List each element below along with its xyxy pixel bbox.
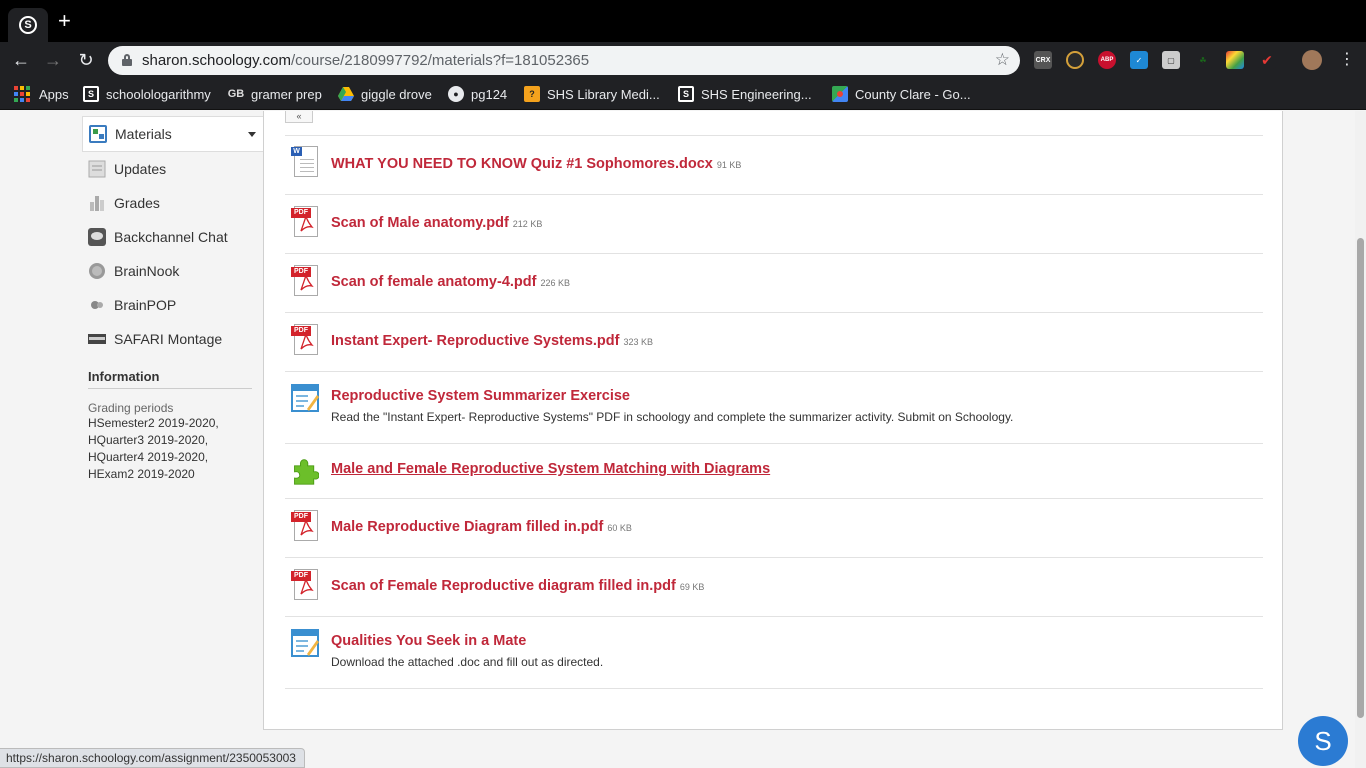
material-row: PDF Instant Expert- Reproductive Systems… <box>285 313 1263 372</box>
bookmark-giggle-drove[interactable]: giggle drove <box>338 85 432 103</box>
assignment-icon <box>291 384 319 412</box>
nav-updates[interactable]: Updates <box>82 152 264 186</box>
material-description: Read the "Instant Expert- Reproductive S… <box>331 410 1014 424</box>
nav-brainpop[interactable]: BrainPOP <box>82 288 264 322</box>
bookmark-county-clare[interactable]: County Clare - Go... <box>832 85 971 103</box>
address-bar[interactable]: sharon.schoology.com/course/2180997792/m… <box>108 46 1020 75</box>
safari-montage-icon <box>88 334 106 344</box>
schoology-s-icon: S <box>678 86 694 102</box>
material-row: PDF Scan of Female Reproductive diagram … <box>285 558 1263 617</box>
grading-period: HExam2 2019-2020 <box>88 467 195 481</box>
material-link[interactable]: WHAT YOU NEED TO KNOW Quiz #1 Sophomores… <box>331 156 741 172</box>
material-link[interactable]: Reproductive System Summarizer Exercise <box>331 388 630 404</box>
material-link[interactable]: Male Reproductive Diagram filled in.pdf 6… <box>331 519 632 535</box>
nav-safari-montage[interactable]: SAFARI Montage <box>82 322 264 356</box>
puzzle-piece-icon <box>294 459 319 485</box>
material-row: Male and Female Reproductive System Matc… <box>285 444 1263 499</box>
gb-icon: GB <box>227 86 245 102</box>
browser-tab[interactable]: S <box>8 8 48 42</box>
grading-period: HQuarter4 2019-2020, <box>88 450 209 464</box>
back-icon[interactable]: ← <box>10 50 32 72</box>
materials-panel: « W WHAT YOU NEED TO KNOW Quiz #1 Sophom… <box>263 111 1283 730</box>
tab-strip: S + <box>0 0 1366 42</box>
material-row: Reproductive System Summarizer Exercise … <box>285 372 1263 444</box>
materials-list: W WHAT YOU NEED TO KNOW Quiz #1 Sophomor… <box>285 135 1263 689</box>
google-maps-icon <box>832 86 848 102</box>
brainpop-icon <box>91 301 103 309</box>
material-row: PDF Scan of Male anatomy.pdf 212 KB <box>285 195 1263 254</box>
material-link[interactable]: Qualities You Seek in a Mate <box>331 633 526 649</box>
materials-icon <box>89 125 107 143</box>
new-tab-button[interactable]: + <box>58 10 71 32</box>
pdf-icon: PDF <box>291 206 319 238</box>
library-icon: ? <box>524 86 540 102</box>
chevron-down-icon[interactable] <box>248 132 256 137</box>
browser-toolbar: ← → ↻ sharon.schoology.com/course/218099… <box>0 42 1366 78</box>
pdf-icon: PDF <box>291 569 319 601</box>
url-text: sharon.schoology.com/course/2180997792/m… <box>142 52 590 69</box>
bookmark-shs-library[interactable]: ? SHS Library Medi... <box>524 85 660 103</box>
scrollbar-thumb[interactable] <box>1357 238 1364 718</box>
bookmark-schoolologarithmy[interactable]: S schoolologarithmy <box>83 85 211 103</box>
bookmark-apps[interactable]: Apps <box>14 85 69 103</box>
crx-extension-icon[interactable]: CRX <box>1034 51 1052 69</box>
briefcase-extension-icon[interactable]: ▢ <box>1162 51 1180 69</box>
material-link[interactable]: Male and Female Reproductive System Matc… <box>331 461 770 477</box>
information-panel: Information Grading periods HSemester2 2… <box>88 369 252 483</box>
material-link[interactable]: Scan of female anatomy-4.pdf 226 KB <box>331 274 570 290</box>
chat-icon <box>88 228 106 246</box>
nav-grades[interactable]: Grades <box>82 186 264 220</box>
color-extension-icon[interactable] <box>1226 51 1244 69</box>
material-row: Qualities You Seek in a Mate Download th… <box>285 617 1263 689</box>
material-row: PDF Male Reproductive Diagram filled in.… <box>285 499 1263 558</box>
bookmark-shs-engineering[interactable]: S SHS Engineering... <box>678 85 812 103</box>
globe-icon: ● <box>448 86 464 102</box>
menu-dots-icon[interactable]: ⋮ <box>1336 50 1358 72</box>
grading-periods-label: Grading periods <box>88 401 174 415</box>
schoology-help-button[interactable]: S <box>1298 716 1348 766</box>
material-link[interactable]: Scan of Female Reproductive diagram fill… <box>331 578 704 594</box>
brainnook-icon <box>89 263 105 279</box>
google-drive-icon <box>338 86 354 102</box>
nav-brainnook[interactable]: BrainNook <box>82 254 264 288</box>
apps-grid-icon <box>14 86 30 102</box>
bookmark-pg124[interactable]: ● pg124 <box>448 85 507 103</box>
material-link[interactable]: Instant Expert- Reproductive Systems.pdf… <box>331 333 653 349</box>
bookmark-star-icon[interactable]: ☆ <box>995 50 1010 70</box>
adblock-extension-icon[interactable]: ABP <box>1098 51 1116 69</box>
bookmarks-bar: Apps S schoolologarithmy GB gramer prep … <box>0 78 1366 110</box>
material-description: Download the attached .doc and fill out … <box>331 655 604 669</box>
link-status-bar: https://sharon.schoology.com/assignment/… <box>0 748 305 768</box>
material-row: W WHAT YOU NEED TO KNOW Quiz #1 Sophomor… <box>285 136 1263 195</box>
reload-icon[interactable]: ↻ <box>75 50 97 72</box>
grading-period: HQuarter3 2019-2020, <box>88 433 209 447</box>
word-doc-icon: W <box>291 146 319 178</box>
lock-icon <box>122 54 132 66</box>
forward-icon[interactable]: → <box>42 50 64 72</box>
information-title: Information <box>88 369 252 389</box>
bookmark-gramer-prep[interactable]: GB gramer prep <box>228 85 322 103</box>
material-link[interactable]: Scan of Male anatomy.pdf 212 KB <box>331 215 542 231</box>
schoology-s-icon: S <box>19 16 37 34</box>
nav-backchannel-chat[interactable]: Backchannel Chat <box>82 220 264 254</box>
grading-period: HSemester2 2019-2020, <box>88 416 219 430</box>
check-extension-icon[interactable]: ✓ <box>1130 51 1148 69</box>
profile-avatar[interactable] <box>1302 50 1322 70</box>
page-content: Materials Updates Grades Backchannel Cha… <box>0 111 1366 768</box>
schoology-s-icon: S <box>83 86 99 102</box>
grades-icon <box>90 196 104 211</box>
nav-materials[interactable]: Materials <box>82 116 264 152</box>
pdf-icon: PDF <box>291 510 319 542</box>
pdf-icon: PDF <box>291 265 319 297</box>
check-red-extension-icon[interactable]: ✔ <box>1258 51 1276 69</box>
material-row: PDF Scan of female anatomy-4.pdf 226 KB <box>285 254 1263 313</box>
updates-icon <box>88 160 106 178</box>
page-scrollbar[interactable] <box>1355 111 1366 768</box>
course-nav: Materials Updates Grades Backchannel Cha… <box>82 116 264 356</box>
collapse-button[interactable]: « <box>285 111 313 123</box>
assignment-icon <box>291 629 319 657</box>
leaf-extension-icon[interactable]: ☘ <box>1194 51 1212 69</box>
owl-extension-icon[interactable] <box>1066 51 1084 69</box>
pdf-icon: PDF <box>291 324 319 356</box>
